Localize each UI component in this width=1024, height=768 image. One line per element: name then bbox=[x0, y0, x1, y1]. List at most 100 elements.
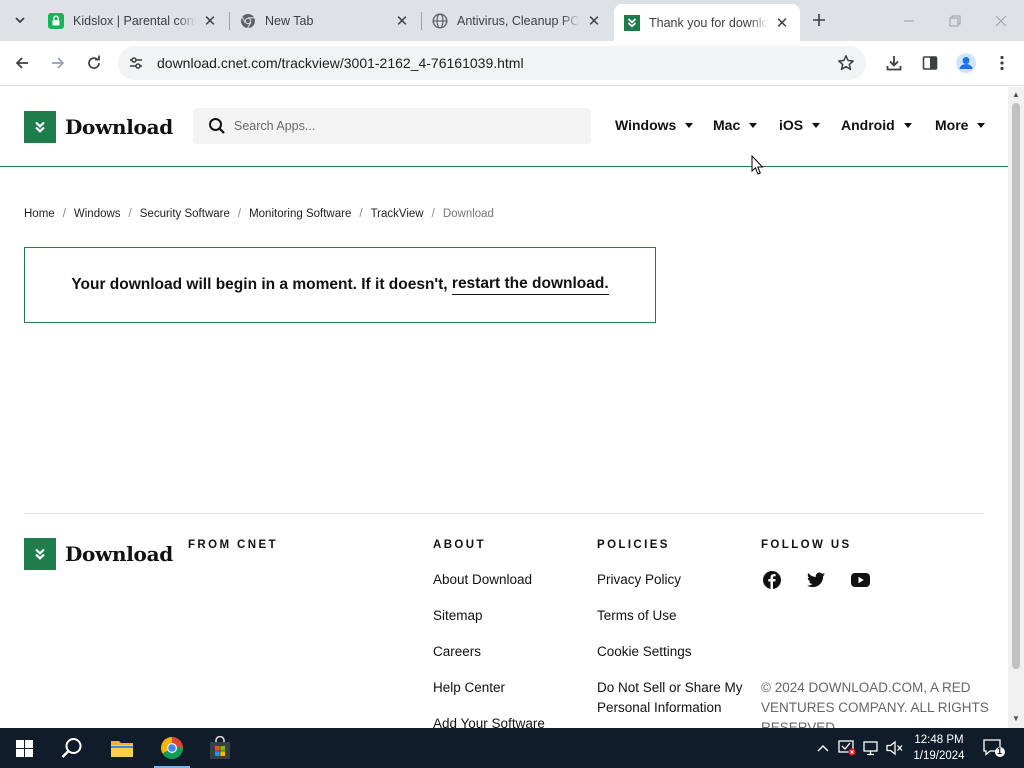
clock-date: 1/19/2024 bbox=[913, 750, 965, 762]
breadcrumb: Home / Windows / Security Software / Monito… bbox=[24, 208, 494, 220]
download-logo-icon bbox=[24, 538, 56, 570]
search-icon bbox=[61, 738, 82, 758]
nav-more[interactable]: More bbox=[935, 117, 986, 133]
footer-about-heading: ABOUT bbox=[433, 539, 486, 551]
site-logo[interactable]: Download bbox=[24, 111, 173, 143]
footer-link-help-center[interactable]: Help Center bbox=[433, 680, 505, 695]
reload-button[interactable] bbox=[80, 49, 108, 77]
nav-label: More bbox=[935, 117, 969, 133]
address-bar[interactable]: download.cnet.com/trackview/3001-2162_4-… bbox=[118, 46, 866, 80]
youtube-icon[interactable] bbox=[850, 570, 870, 590]
taskbar-store[interactable] bbox=[196, 728, 244, 768]
caret-down-icon bbox=[749, 122, 758, 128]
footer-link-add-software[interactable]: Add Your Software bbox=[433, 716, 545, 728]
network-icon[interactable] bbox=[860, 728, 882, 768]
scroll-up-arrow-icon[interactable]: ▲ bbox=[1012, 91, 1020, 99]
nav-ios[interactable]: iOS bbox=[779, 117, 821, 133]
tab-kidslox[interactable]: Kidslox | Parental control ✕ bbox=[38, 4, 228, 37]
notification-center-button[interactable]: 1 bbox=[980, 728, 1008, 768]
footer-link-about-download[interactable]: About Download bbox=[433, 572, 532, 587]
logo-wordmark: Download bbox=[65, 115, 173, 139]
footer-policies-heading: POLICIES bbox=[597, 539, 670, 551]
taskbar-chrome[interactable] bbox=[148, 728, 196, 768]
taskbar-search-button[interactable] bbox=[48, 728, 96, 768]
tab-search-button[interactable] bbox=[8, 8, 32, 32]
clock-time: 12:48 PM bbox=[914, 734, 964, 746]
url-text: download.cnet.com/trackview/3001-2162_4-… bbox=[157, 55, 524, 71]
profile-avatar-icon bbox=[956, 53, 976, 73]
restore-button[interactable] bbox=[932, 0, 978, 41]
footer-link-cookie-settings[interactable]: Cookie Settings bbox=[597, 644, 692, 659]
breadcrumb-home[interactable]: Home bbox=[24, 208, 55, 220]
bookmark-star-icon[interactable] bbox=[836, 53, 856, 73]
chrome-icon bbox=[240, 13, 256, 29]
download-site-icon bbox=[624, 14, 640, 31]
tab-new-tab[interactable]: New Tab ✕ bbox=[230, 4, 420, 37]
tab-antivirus[interactable]: Antivirus, Cleanup PC ✕ bbox=[422, 4, 612, 37]
close-tab-icon[interactable]: ✕ bbox=[774, 15, 790, 32]
footer-link-sitemap[interactable]: Sitemap bbox=[433, 608, 483, 623]
taskbar-clock[interactable]: 12:48 PM 1/19/2024 bbox=[907, 732, 971, 764]
nav-label: iOS bbox=[779, 117, 804, 133]
start-button[interactable] bbox=[0, 728, 48, 768]
downloads-button[interactable] bbox=[880, 49, 908, 77]
new-tab-button[interactable] bbox=[808, 9, 830, 31]
caret-down-icon bbox=[812, 122, 821, 128]
reload-icon bbox=[88, 55, 100, 69]
tray-chevron-up-icon[interactable] bbox=[812, 728, 834, 768]
footer-link-do-not-sell[interactable]: Do Not Sell or Share My Personal Informa… bbox=[597, 678, 747, 718]
logo-wordmark: Download bbox=[65, 542, 173, 566]
footer-link-careers[interactable]: Careers bbox=[433, 644, 481, 659]
security-shield-icon[interactable] bbox=[836, 728, 858, 768]
restore-icon bbox=[949, 15, 961, 26]
plus-icon bbox=[813, 14, 825, 26]
twitter-icon[interactable] bbox=[806, 570, 826, 590]
tab-title: Thank you for downloading bbox=[649, 15, 768, 30]
site-info-icon[interactable] bbox=[126, 53, 146, 73]
forward-button[interactable] bbox=[44, 49, 72, 77]
browser-menu-button[interactable] bbox=[988, 49, 1016, 77]
profile-button[interactable] bbox=[952, 49, 980, 77]
side-panel-button[interactable] bbox=[916, 49, 944, 77]
search-icon[interactable] bbox=[208, 117, 226, 135]
breadcrumb-separator: / bbox=[62, 208, 66, 220]
folder-icon bbox=[111, 741, 133, 757]
tab-title: New Tab bbox=[265, 13, 314, 28]
side-panel-icon bbox=[922, 56, 938, 70]
facebook-icon[interactable] bbox=[762, 570, 782, 590]
footer-logo[interactable]: Download bbox=[24, 538, 173, 570]
tab-title: Antivirus, Cleanup PC bbox=[457, 13, 580, 28]
footer-link-privacy-policy[interactable]: Privacy Policy bbox=[597, 572, 681, 587]
page-scrollbar[interactable]: ▲ ▼ bbox=[1008, 87, 1024, 728]
scrollbar-thumb[interactable] bbox=[1012, 103, 1020, 669]
globe-icon bbox=[432, 12, 448, 29]
restart-download-link[interactable]: restart the download. bbox=[451, 275, 609, 295]
close-tab-icon[interactable]: ✕ bbox=[394, 13, 410, 30]
breadcrumb-security-software[interactable]: Security Software bbox=[140, 208, 230, 220]
download-logo-icon bbox=[24, 111, 56, 143]
download-notice: Your download will begin in a moment. If… bbox=[24, 247, 656, 323]
nav-mac[interactable]: Mac bbox=[713, 117, 758, 133]
taskbar-file-explorer[interactable] bbox=[98, 728, 146, 768]
nav-windows[interactable]: Windows bbox=[615, 117, 694, 133]
close-window-button[interactable] bbox=[978, 0, 1024, 41]
search-input[interactable] bbox=[234, 108, 574, 144]
download-notice-text: Your download will begin in a moment. If… bbox=[71, 276, 448, 293]
volume-muted-icon[interactable] bbox=[884, 728, 906, 768]
minimize-button[interactable] bbox=[886, 0, 932, 41]
footer-link-terms-of-use[interactable]: Terms of Use bbox=[597, 608, 677, 623]
scroll-down-arrow-icon[interactable]: ▼ bbox=[1012, 715, 1020, 723]
back-button[interactable] bbox=[8, 49, 36, 77]
breadcrumb-monitoring-software[interactable]: Monitoring Software bbox=[249, 208, 351, 220]
close-tab-icon[interactable]: ✕ bbox=[202, 13, 218, 30]
tab-thank-you-download[interactable]: Thank you for downloading ✕ bbox=[614, 4, 800, 41]
nav-android[interactable]: Android bbox=[841, 117, 912, 133]
arrow-left-icon bbox=[15, 57, 28, 69]
breadcrumb-separator: / bbox=[359, 208, 363, 220]
close-tab-icon[interactable]: ✕ bbox=[586, 13, 602, 30]
breadcrumb-windows[interactable]: Windows bbox=[74, 208, 121, 220]
mouse-cursor-icon bbox=[751, 155, 764, 175]
breadcrumb-trackview[interactable]: TrackView bbox=[371, 208, 424, 220]
caret-down-icon bbox=[977, 122, 986, 128]
windows-taskbar: 12:48 PM 1/19/2024 1 bbox=[0, 728, 1024, 768]
